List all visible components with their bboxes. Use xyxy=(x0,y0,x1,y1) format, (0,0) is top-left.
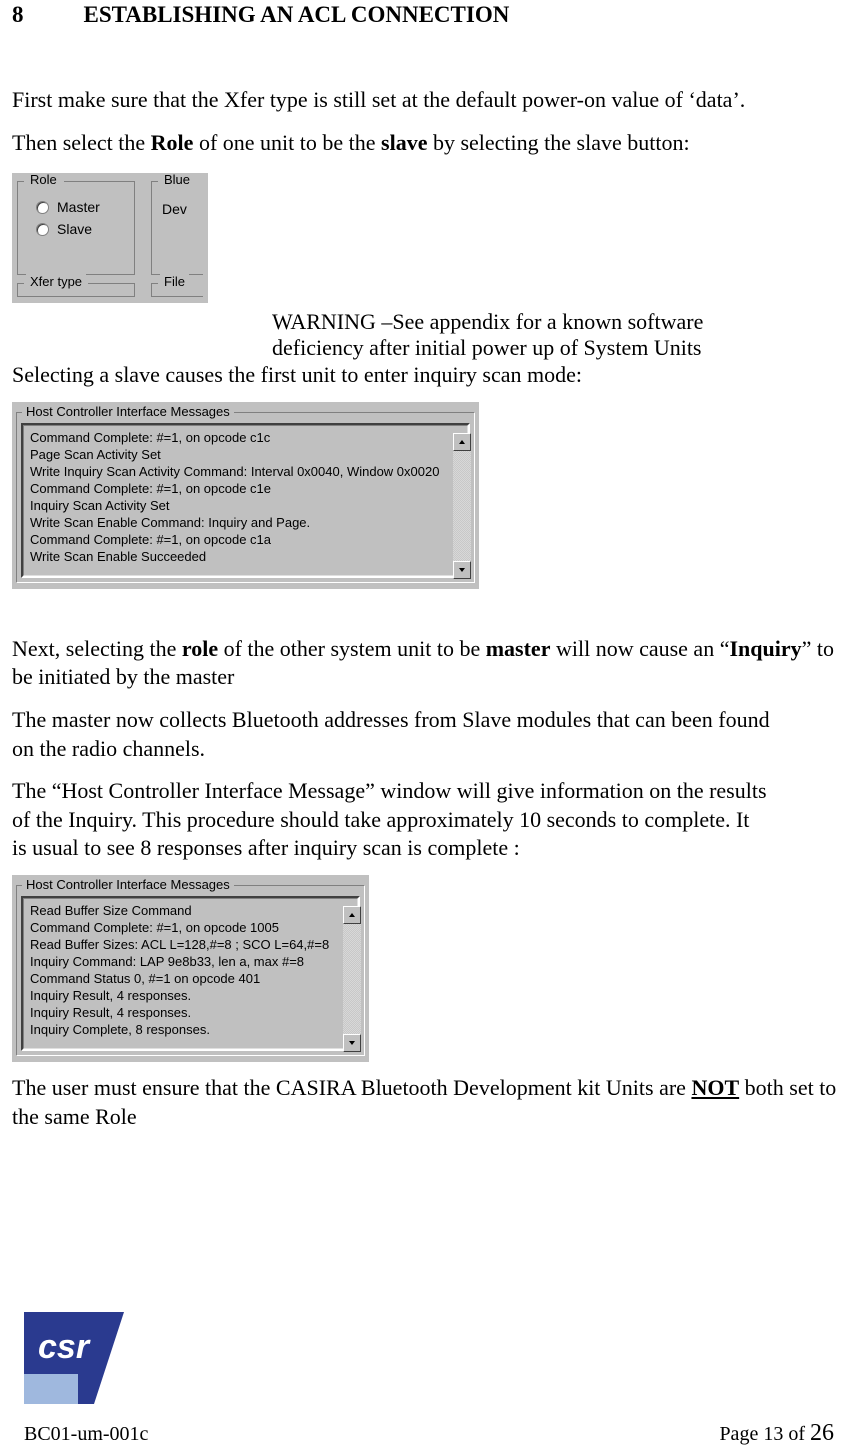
role-panel-figure: Role Master Slave Xfer type xyxy=(12,173,208,303)
log-line: Command Complete: #=1, on opcode c1a xyxy=(30,531,439,548)
log-line: Write Scan Enable Command: Inquiry and P… xyxy=(30,514,439,531)
page-number: 13 xyxy=(763,1423,783,1445)
text: Then select the xyxy=(12,130,151,155)
scrollbar[interactable] xyxy=(453,433,471,579)
text: of xyxy=(783,1423,810,1445)
groupbox-title: Role xyxy=(26,173,61,188)
doc-id: BC01-um-001c xyxy=(24,1423,148,1446)
hci-messages-figure-2: Host Controller Interface Messages Read … xyxy=(12,875,518,1062)
scroll-track[interactable] xyxy=(453,451,471,561)
radio-icon xyxy=(36,223,49,236)
paragraph: Selecting a slave causes the first unit … xyxy=(12,361,846,390)
log-line: Read Buffer Sizes: ACL L=128,#=8 ; SCO L… xyxy=(30,936,329,953)
text: of the other system unit to be xyxy=(218,636,486,661)
text-bold: master xyxy=(486,636,551,661)
page-footer: BC01-um-001c Page 13 of 26 xyxy=(24,1420,834,1447)
paragraph: First make sure that the Xfer type is st… xyxy=(12,86,846,115)
groupbox-title: Host Controller Interface Messages xyxy=(22,404,234,419)
csr-logo: csr xyxy=(24,1312,124,1404)
log-line: Command Complete: #=1, on opcode c1c xyxy=(30,429,439,446)
chevron-down-icon xyxy=(348,1039,356,1047)
text: on the radio channels. xyxy=(12,736,205,761)
text: WARNING –See appendix for a known softwa… xyxy=(272,309,703,334)
chevron-down-icon xyxy=(458,566,466,574)
scrollbar[interactable] xyxy=(343,906,361,1052)
log-line: Inquiry Result, 4 responses. xyxy=(30,1004,329,1021)
groupbox-title: Host Controller Interface Messages xyxy=(22,877,234,892)
paragraph: Next, selecting the role of the other sy… xyxy=(12,635,846,692)
log-line: Command Status 0, #=1 on opcode 401 xyxy=(30,970,329,987)
radio-master[interactable]: Master xyxy=(36,199,128,215)
log-line: Page Scan Activity Set xyxy=(30,446,439,463)
scroll-up-button[interactable] xyxy=(343,906,361,924)
paragraph: The “Host Controller Interface Message” … xyxy=(12,777,846,863)
groupbox-title-cut: File xyxy=(160,274,189,290)
scroll-up-button[interactable] xyxy=(453,433,471,451)
scroll-down-button[interactable] xyxy=(453,561,471,579)
log-line: Command Complete: #=1, on opcode 1005 xyxy=(30,919,329,936)
page-indicator: Page 13 of 26 xyxy=(719,1420,834,1447)
paragraph: The user must ensure that the CASIRA Blu… xyxy=(12,1074,846,1131)
text: of one unit to be the xyxy=(193,130,381,155)
log-line: Write Scan Enable Succeeded xyxy=(30,548,439,565)
text-bold: slave xyxy=(381,130,427,155)
svg-text:csr: csr xyxy=(38,1328,91,1366)
text: The user must ensure that the CASIRA Blu… xyxy=(12,1075,691,1100)
log-line: Read Buffer Size Command xyxy=(30,902,329,919)
text: will now cause an “ xyxy=(550,636,729,661)
section-heading: 8 ESTABLISHING AN ACL CONNECTION xyxy=(12,2,846,28)
text-bold: Inquiry xyxy=(729,636,801,661)
text: of the Inquiry. This procedure should ta… xyxy=(12,807,749,832)
log-line: Inquiry Scan Activity Set xyxy=(30,497,439,514)
log-line: Write Inquiry Scan Activity Command: Int… xyxy=(30,463,439,480)
text-bold: role xyxy=(182,636,218,661)
text: deficiency after initial power up of Sys… xyxy=(272,335,702,360)
text: Next, selecting the xyxy=(12,636,182,661)
radio-slave[interactable]: Slave xyxy=(36,221,128,237)
log-line: Command Complete: #=1, on opcode c1e xyxy=(30,480,439,497)
paragraph: Then select the Role of one unit to be t… xyxy=(12,129,846,158)
log-line: Inquiry Command: LAP 9e8b33, len a, max … xyxy=(30,953,329,970)
text-cut: Dev xyxy=(162,201,197,217)
scroll-down-button[interactable] xyxy=(343,1034,361,1052)
radio-icon xyxy=(36,201,49,214)
hci-messages-figure-1: Host Controller Interface Messages Comma… xyxy=(12,402,518,589)
paragraph: The master now collects Bluetooth addres… xyxy=(12,706,846,763)
page-total: 26 xyxy=(810,1420,834,1446)
scroll-track[interactable] xyxy=(343,924,361,1034)
text: The master now collects Bluetooth addres… xyxy=(12,707,770,732)
chevron-up-icon xyxy=(458,438,466,446)
radio-label: Slave xyxy=(57,221,92,237)
groupbox-title-cut: Blue xyxy=(160,173,194,188)
section-number: 8 xyxy=(12,2,24,28)
text: The “Host Controller Interface Message” … xyxy=(12,778,767,803)
chevron-up-icon xyxy=(348,911,356,919)
log-line: Inquiry Complete, 8 responses. xyxy=(30,1021,329,1038)
text-bold-underline: NOT xyxy=(691,1075,739,1100)
text: is usual to see 8 responses after inquir… xyxy=(12,835,520,860)
radio-label: Master xyxy=(57,199,100,215)
text-bold: Role xyxy=(151,130,194,155)
text: Page xyxy=(719,1423,763,1445)
warning-text: WARNING –See appendix for a known softwa… xyxy=(272,309,703,361)
text: by selecting the slave button: xyxy=(427,130,689,155)
section-title: ESTABLISHING AN ACL CONNECTION xyxy=(84,2,510,28)
groupbox-title: Xfer type xyxy=(26,274,86,290)
log-line: Inquiry Result, 4 responses. xyxy=(30,987,329,1004)
